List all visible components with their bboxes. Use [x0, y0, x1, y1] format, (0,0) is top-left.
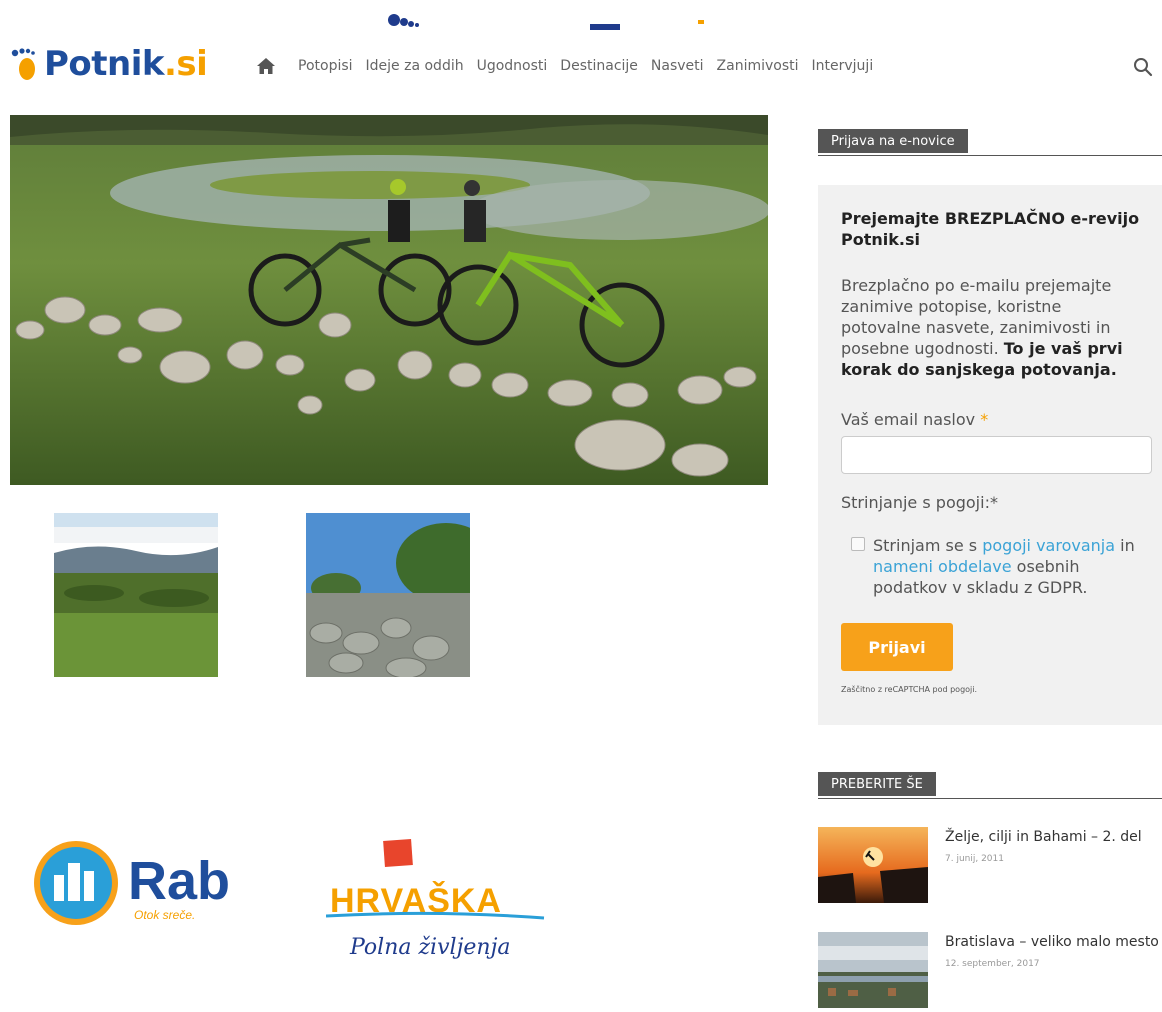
site-logo[interactable]: Potnik.si: [10, 44, 208, 84]
newsletter-heading: Prijava na e-novice: [818, 129, 1162, 156]
nav-item-intervjuji[interactable]: Intervjuji: [812, 58, 874, 74]
nav-item-nasveti[interactable]: Nasveti: [651, 58, 704, 74]
post-title[interactable]: Bratislava – veliko malo mesto: [945, 934, 1159, 950]
rab-logo[interactable]: Rab Otok sreče.: [30, 835, 266, 930]
nav-item-destinacije[interactable]: Destinacije: [560, 58, 638, 74]
gallery-thumbnail[interactable]: [306, 513, 470, 677]
post-date: 12. september, 2017: [945, 959, 1040, 969]
email-label: Vaš email naslov *: [841, 410, 989, 429]
post-title[interactable]: Želje, cilji in Bahami – 2. del: [945, 829, 1142, 845]
nav-item-potopisi[interactable]: Potopisi: [298, 58, 353, 74]
consent-text: Strinjam se s pogoji varovanja in nameni…: [873, 536, 1135, 597]
search-icon[interactable]: [1133, 57, 1153, 77]
nav-item-ugodnosti[interactable]: Ugodnosti: [477, 58, 548, 74]
newsletter-description: Brezplačno po e-mailu prejemajte zanimiv…: [841, 276, 1123, 379]
newsletter-box: Prejemajte BREZPLAČNO e-revijo Potnik.si…: [818, 185, 1162, 725]
croatia-logo[interactable]: HRVAŠKA Polna življenja: [325, 836, 546, 976]
nav-item-zanimivosti[interactable]: Zanimivosti: [717, 58, 799, 74]
gallery-thumbnail[interactable]: [54, 513, 218, 677]
recaptcha-note: Zaščitno z reCAPTCHA pod pogoji.: [841, 685, 978, 694]
main-nav: Potopisi Ideje za oddih Ugodnosti Destin…: [256, 57, 886, 75]
post-thumbnail[interactable]: [818, 827, 928, 903]
privacy-terms-link[interactable]: pogoji varovanja: [982, 536, 1115, 555]
post-date: 7. junij, 2011: [945, 854, 1004, 864]
footprint-icon: [11, 48, 35, 80]
rab-tagline: Otok sreče.: [134, 908, 195, 922]
post-thumbnail[interactable]: [818, 932, 928, 1008]
top-banner-fragment: [388, 14, 704, 30]
newsletter-title: Prejemajte BREZPLAČNO e-revijo Potnik.si: [841, 209, 1140, 249]
read-more-heading: PREBERITE ŠE: [818, 772, 1162, 799]
email-field[interactable]: [841, 436, 1152, 474]
rab-name: Rab: [128, 851, 230, 911]
consent-checkbox[interactable]: [851, 537, 865, 551]
home-icon[interactable]: [256, 57, 276, 75]
list-item[interactable]: Želje, cilji in Bahami – 2. del 7. junij…: [818, 827, 1162, 907]
hero-image[interactable]: [10, 115, 768, 485]
logo-text: Potnik.si: [44, 44, 208, 84]
processing-purpose-link[interactable]: nameni obdelave: [873, 557, 1012, 576]
nav-item-ideje-za-oddih[interactable]: Ideje za oddih: [366, 58, 464, 74]
consent-label: Strinjanje s pogoji:*: [841, 493, 998, 512]
croatia-tagline: Polna življenja: [349, 935, 511, 960]
list-item[interactable]: Bratislava – veliko malo mesto 12. septe…: [818, 932, 1162, 1012]
subscribe-button[interactable]: Prijavi: [841, 623, 953, 671]
